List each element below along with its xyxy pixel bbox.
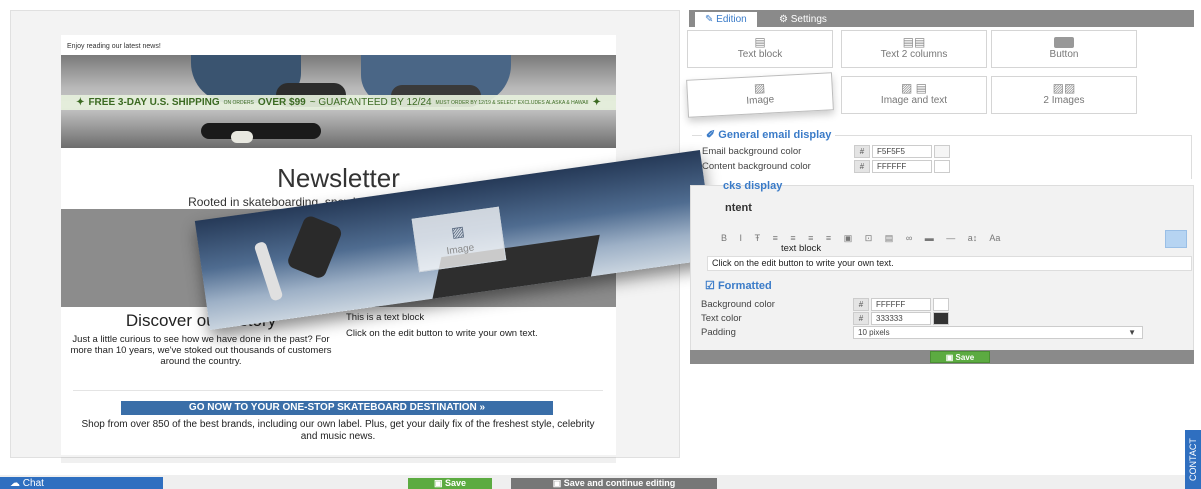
panel-save-strip: ▣ Save xyxy=(690,350,1194,364)
save-icon: ▣ xyxy=(552,478,562,488)
insert-image-icon[interactable]: ▣ xyxy=(844,233,853,243)
email-bg-input[interactable]: F5F5F5 xyxy=(872,145,932,158)
two-images-icon: ▨▨ xyxy=(1052,81,1076,95)
text-lines-icon: ▤ xyxy=(754,35,766,49)
align-right-icon[interactable]: ≡ xyxy=(808,233,813,243)
edit-tooltip: Click on the edit button to write your o… xyxy=(707,256,1192,271)
text-color-input[interactable]: 333333 xyxy=(871,312,931,325)
shipping-fine-print: MUST ORDER BY 12/19 & SELECT EXCLUDES AL… xyxy=(435,99,589,106)
font-family-icon[interactable]: Aa xyxy=(989,233,1000,243)
two-columns-icon: ▤▤ xyxy=(902,35,926,49)
color-icon[interactable]: ▬ xyxy=(925,233,934,243)
editor-tabs: ✎ Edition ⚙ Settings xyxy=(689,10,1194,27)
block-2-images[interactable]: ▨▨ 2 Images xyxy=(991,76,1137,114)
panel-save-button[interactable]: ▣ Save xyxy=(930,351,990,363)
dragged-image-label: Image xyxy=(445,242,475,258)
email-bg-label: Email background color xyxy=(702,146,802,157)
email-bg-swatch[interactable] xyxy=(934,145,950,158)
block-text-2-columns[interactable]: ▤▤ Text 2 columns xyxy=(841,30,987,68)
bg-color-hash: # xyxy=(853,298,869,311)
contact-tab[interactable]: CONTACT xyxy=(1185,430,1201,489)
history-body: Just a little curious to see how we have… xyxy=(70,334,332,367)
email-preheader: Enjoy reading our latest news! xyxy=(67,43,161,50)
tab-edition[interactable]: ✎ Edition xyxy=(695,12,757,27)
save-icon: ▣ xyxy=(945,353,954,362)
padding-label: Padding xyxy=(701,327,736,338)
strikethrough-icon[interactable]: Ŧ xyxy=(755,233,761,243)
content-legend: ntent xyxy=(725,202,752,214)
padding-select[interactable]: 10 pixels ▼ xyxy=(853,326,1143,339)
shipping-guaranteed: ~ GUARANTEED BY 12/24 xyxy=(309,97,432,108)
align-justify-icon[interactable]: ≡ xyxy=(826,233,831,243)
block-palette: ▤ Text block ▤▤ Text 2 columns Button ▨ … xyxy=(683,30,1137,120)
chat-icon: ☁ xyxy=(10,478,20,489)
block-text[interactable]: ▤ Text block xyxy=(687,30,833,68)
email-footer-strip xyxy=(61,457,616,463)
general-email-legend: ✐ General email display xyxy=(702,128,836,141)
insert-media-icon[interactable]: ⊡ xyxy=(865,233,873,243)
bold-icon[interactable]: B xyxy=(721,233,727,243)
blocks-display: cks display ntent B I Ŧ ≡ ≡ ≡ ≡ ▣ ⊡ ▤ ∞ … xyxy=(690,180,1194,363)
font-size-icon[interactable]: a↕ xyxy=(968,233,978,243)
email-bg-hash: # xyxy=(854,145,870,158)
save-button[interactable]: ▣ Save xyxy=(408,478,492,489)
reindeer-icon: ✦ xyxy=(76,97,85,108)
divider xyxy=(73,390,603,391)
text-color-hash: # xyxy=(853,312,869,325)
newsletter-editor: Enjoy reading our latest news! ✦ FREE 3-… xyxy=(0,0,1201,489)
content-bg-hash: # xyxy=(854,160,870,173)
bg-color-label: Background color xyxy=(701,299,775,310)
hero-image: ✦ FREE 3-DAY U.S. SHIPPING ON ORDERS OVE… xyxy=(61,55,616,148)
image-text-icon: ▨ ▤ xyxy=(900,81,927,95)
text-block-body: Click on the edit button to write your o… xyxy=(346,328,538,339)
text-color-swatch[interactable] xyxy=(933,312,949,325)
shipping-on-orders: ON ORDERS xyxy=(223,99,254,106)
content-bg-label: Content background color xyxy=(702,161,811,172)
formatted-legend: ☑ Formatted xyxy=(705,280,772,292)
editor-text-block-label: text block xyxy=(781,243,822,254)
blocks-display-legend: cks display xyxy=(723,180,783,192)
cta-button[interactable]: GO NOW TO YOUR ONE-STOP SKATEBOARD DESTI… xyxy=(121,401,553,415)
bg-color-input[interactable]: FFFFFF xyxy=(871,298,931,311)
pencil-icon: ✎ xyxy=(705,14,714,25)
reindeer-icon: ✦ xyxy=(592,97,601,108)
shop-text: Shop from over 850 of the best brands, i… xyxy=(81,419,595,442)
button-icon xyxy=(992,35,1136,49)
gear-icon: ⚙ xyxy=(779,14,788,25)
bg-color-swatch[interactable] xyxy=(933,298,949,311)
block-image[interactable]: ▨ Image xyxy=(686,72,834,118)
link-icon[interactable]: ∞ xyxy=(906,233,912,243)
user-icon[interactable] xyxy=(1165,230,1187,248)
text-block-title: This is a text block xyxy=(346,312,425,323)
insert-table-icon[interactable]: ▤ xyxy=(885,233,894,243)
save-and-continue-button[interactable]: ▣ Save and continue editing xyxy=(511,478,717,489)
content-bg-input[interactable]: FFFFFF xyxy=(872,160,932,173)
align-center-icon[interactable]: ≡ xyxy=(790,233,795,243)
shipping-banner: ✦ FREE 3-DAY U.S. SHIPPING ON ORDERS OVE… xyxy=(61,95,616,110)
content-bg-swatch[interactable] xyxy=(934,160,950,173)
image-icon: ▨ xyxy=(450,222,466,241)
italic-icon[interactable]: I xyxy=(740,233,743,243)
brush-icon: ✐ xyxy=(706,129,716,141)
tab-settings[interactable]: ⚙ Settings xyxy=(769,12,837,27)
chevron-down-icon: ▼ xyxy=(1128,328,1136,337)
shipping-amount: OVER $99 xyxy=(257,97,306,108)
save-icon: ▣ xyxy=(433,478,443,488)
edit-icon: ☑ xyxy=(705,280,715,292)
chat-button[interactable]: ☁ Chat xyxy=(0,477,163,489)
block-image-and-text[interactable]: ▨ ▤ Image and text xyxy=(841,76,987,114)
shipping-main: FREE 3-DAY U.S. SHIPPING xyxy=(88,97,220,108)
general-email-display: ✐ General email display Email background… xyxy=(692,128,1192,179)
align-left-icon[interactable]: ≡ xyxy=(773,233,778,243)
horizontal-rule-icon[interactable]: — xyxy=(946,233,955,243)
block-button[interactable]: Button xyxy=(991,30,1137,68)
text-color-label: Text color xyxy=(701,313,742,324)
